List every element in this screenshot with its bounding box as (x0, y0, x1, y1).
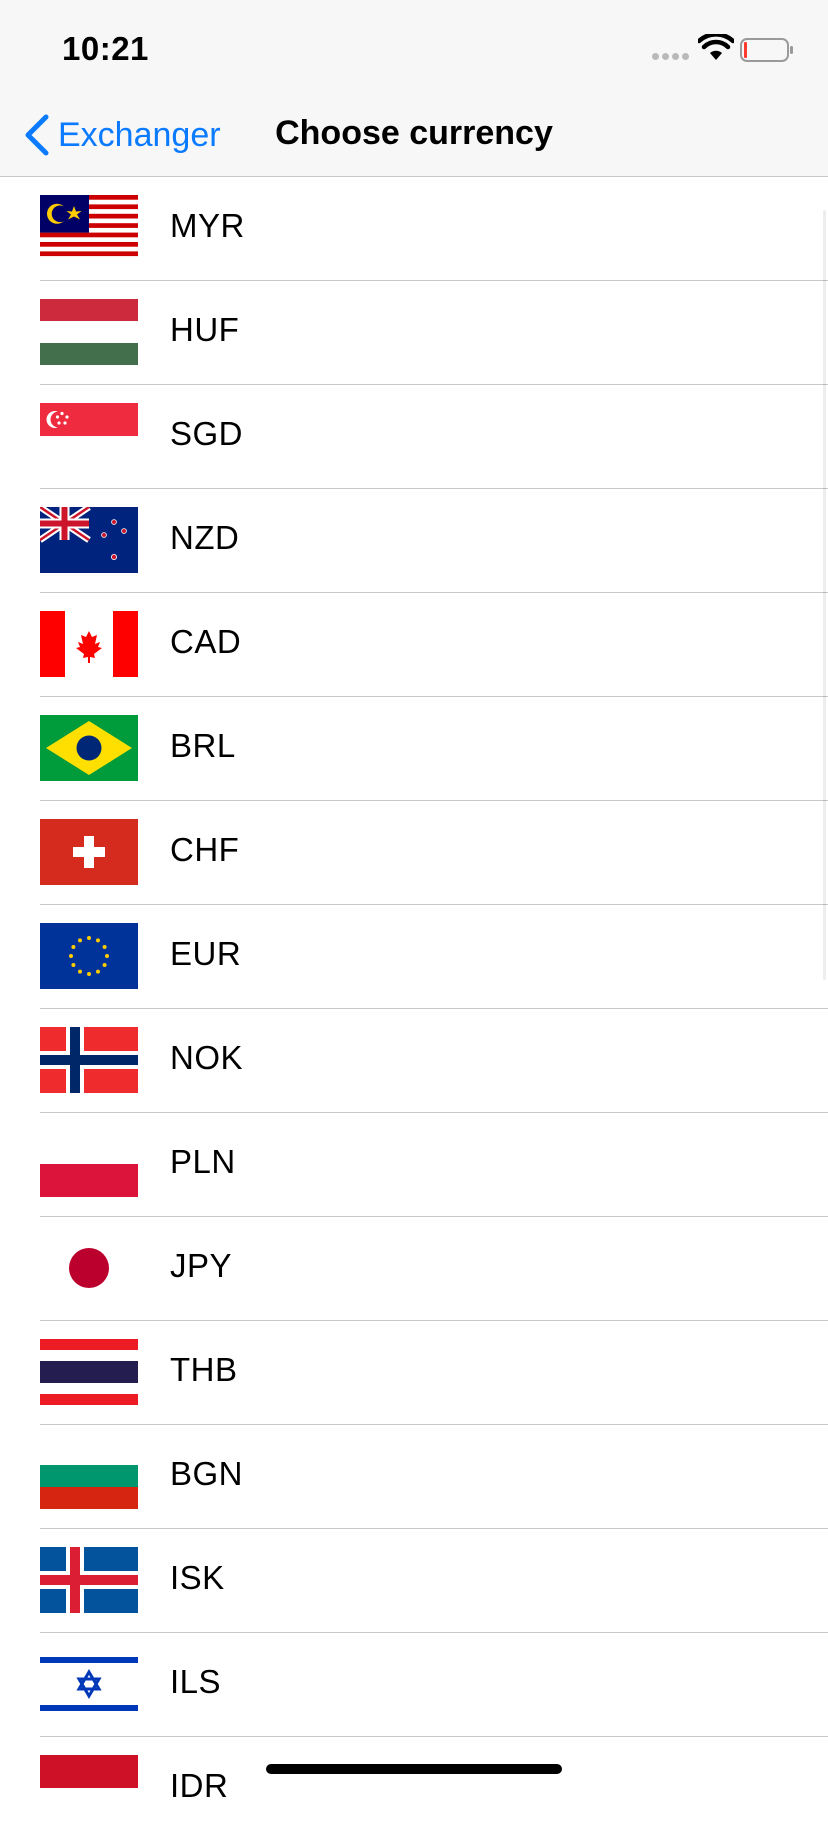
currency-code: THB (170, 1351, 238, 1388)
currency-code: CAD (170, 623, 242, 660)
indonesia-flag-icon (40, 1755, 138, 1821)
currency-code: EUR (170, 935, 242, 972)
currency-code: IDR (170, 1767, 229, 1804)
currency-code: CHF (170, 831, 240, 868)
currency-code: SGD (170, 415, 244, 452)
status-bar: 10:21 (0, 0, 828, 96)
currency-list: MYR HUF SGD NZD CAD BRL CHF EUR NOK PLN … (0, 177, 828, 1841)
currency-code: PLN (170, 1143, 236, 1180)
currency-row-pln[interactable]: PLN (0, 1113, 828, 1217)
home-indicator[interactable] (266, 1764, 562, 1774)
brazil-flag-icon (40, 715, 138, 781)
currency-row-idr[interactable]: IDR (0, 1737, 828, 1841)
currency-row-nok[interactable]: NOK (0, 1009, 828, 1113)
currency-row-nzd[interactable]: NZD (0, 489, 828, 593)
currency-row-sgd[interactable]: SGD (0, 385, 828, 489)
currency-row-chf[interactable]: CHF (0, 801, 828, 905)
thailand-flag-icon (40, 1339, 138, 1405)
battery-icon (740, 38, 793, 62)
currency-row-cad[interactable]: CAD (0, 593, 828, 697)
currency-row-jpy[interactable]: JPY (0, 1217, 828, 1321)
page-title: Choose currency (275, 114, 553, 152)
currency-row-brl[interactable]: BRL (0, 697, 828, 801)
currency-code: NZD (170, 519, 240, 556)
currency-row-myr[interactable]: MYR (0, 177, 828, 281)
currency-row-bgn[interactable]: BGN (0, 1425, 828, 1529)
currency-code: JPY (170, 1247, 233, 1284)
malaysia-flag-icon (40, 195, 138, 261)
navigation-bar: Exchanger Choose currency (0, 96, 828, 177)
currency-code: ISK (170, 1559, 225, 1596)
iceland-flag-icon (40, 1547, 138, 1613)
status-time: 10:21 (62, 30, 149, 67)
currency-code: NOK (170, 1039, 244, 1076)
canada-flag-icon (40, 611, 138, 677)
hungary-flag-icon (40, 299, 138, 365)
currency-code: HUF (170, 311, 240, 348)
currency-code: BGN (170, 1455, 244, 1492)
norway-flag-icon (40, 1027, 138, 1093)
japan-flag-icon (40, 1235, 138, 1301)
switzerland-flag-icon (40, 819, 138, 885)
currency-row-thb[interactable]: THB (0, 1321, 828, 1425)
currency-row-eur[interactable]: EUR (0, 905, 828, 1009)
currency-row-isk[interactable]: ISK (0, 1529, 828, 1633)
currency-code: MYR (170, 207, 245, 244)
scroll-indicator[interactable] (823, 210, 826, 980)
poland-flag-icon (40, 1131, 138, 1197)
eu-flag-icon (40, 923, 138, 989)
currency-code: ILS (170, 1663, 222, 1700)
currency-code: BRL (170, 727, 236, 764)
israel-flag-icon (40, 1651, 138, 1717)
wifi-icon (698, 34, 734, 60)
singapore-flag-icon (40, 403, 138, 469)
currency-row-huf[interactable]: HUF (0, 281, 828, 385)
cellular-signal-icon (652, 53, 689, 60)
currency-row-ils[interactable]: ILS (0, 1633, 828, 1737)
new-zealand-flag-icon (40, 507, 138, 573)
bulgaria-flag-icon (40, 1443, 138, 1509)
